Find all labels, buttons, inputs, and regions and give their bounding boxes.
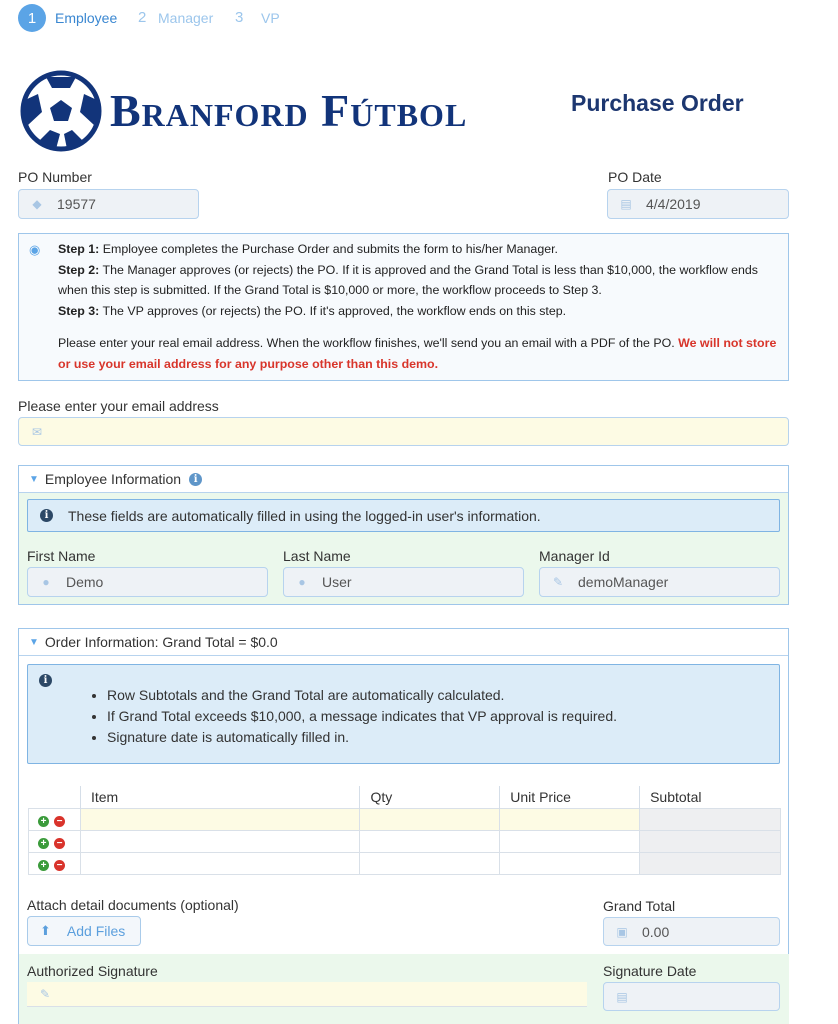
upload-icon: ⬆ — [40, 923, 51, 938]
subtotal-cell — [639, 829, 781, 853]
column-header-unit-price: Unit Price — [499, 786, 640, 808]
column-header-item: Item — [79, 786, 360, 808]
subtotal-cell — [639, 851, 781, 875]
unit-price-cell[interactable] — [499, 829, 641, 853]
column-header-qty: Qty — [359, 786, 500, 808]
add-row-icon[interactable]: + — [38, 816, 49, 828]
info-icon: i — [39, 674, 52, 687]
step2-instruction: Step 2: The Manager approves (or rejects… — [58, 262, 758, 298]
table-row: + − — [28, 851, 781, 875]
step-1-number: 1 — [27, 9, 37, 27]
info-icon[interactable]: i — [189, 472, 203, 486]
calendar-icon: ▤ — [616, 989, 628, 1004]
qty-cell[interactable] — [359, 807, 501, 831]
order-info-title: Order Information: Grand Total = $0.0 — [44, 634, 278, 650]
caret-down-icon: ▼ — [29, 473, 39, 485]
step-1-label[interactable]: Employee — [55, 10, 117, 26]
grand-total-value: 0.00 — [642, 923, 670, 940]
step-2-number[interactable]: 2 — [138, 9, 146, 26]
po-number-field[interactable]: ◆ 19577 — [18, 189, 199, 219]
signature-field[interactable]: ✎ — [27, 982, 587, 1007]
first-name-value: Demo — [66, 574, 104, 590]
item-cell[interactable] — [79, 829, 361, 853]
po-date-field[interactable]: ▤ 4/4/2019 — [607, 189, 789, 219]
item-cell[interactable] — [79, 851, 361, 875]
employee-info-title: Employee Information — [44, 471, 182, 487]
manager-id-field[interactable]: ✎ demoManager — [539, 567, 780, 597]
info-icon: i — [40, 509, 53, 522]
brand-name: Branford Fútbol — [110, 85, 468, 136]
signature-date-field: ▤ — [603, 982, 780, 1011]
first-name-label: First Name — [27, 548, 96, 564]
last-name-value: User — [322, 574, 352, 590]
grand-total-label: Grand Total — [603, 898, 676, 914]
list-item: If Grand Total exceeds $10,000, a messag… — [107, 706, 617, 727]
envelope-icon: ✉ — [31, 424, 43, 439]
step3-instruction: Step 3: The VP approves (or rejects) the… — [58, 303, 567, 318]
grand-total-field: ▣ 0.00 — [603, 917, 780, 946]
user-icon: ● — [298, 575, 306, 589]
step-2-label[interactable]: Manager — [158, 10, 213, 26]
money-icon: ▣ — [616, 924, 628, 939]
list-item: Signature date is automatically filled i… — [107, 727, 617, 748]
add-row-icon[interactable]: + — [38, 838, 49, 850]
order-note-box: i Row Subtotals and the Grand Total are … — [27, 664, 780, 764]
last-name-field[interactable]: ● User — [283, 567, 524, 597]
qty-cell[interactable] — [359, 851, 501, 875]
employee-note-box: i These fields are automatically filled … — [27, 499, 780, 532]
remove-row-icon[interactable]: − — [54, 860, 65, 872]
manager-id-label: Manager Id — [539, 548, 610, 564]
po-date-value: 4/4/2019 — [646, 196, 701, 212]
first-name-field[interactable]: ● Demo — [27, 567, 268, 597]
caret-down-icon: ▼ — [29, 636, 39, 648]
unit-price-cell[interactable] — [499, 851, 641, 875]
edit-icon: ✎ — [552, 575, 564, 589]
column-header-subtotal: Subtotal — [639, 786, 781, 808]
order-info-section: ▼ Order Information: Grand Total = $0.0 … — [18, 628, 789, 1024]
order-notes-list: Row Subtotals and the Grand Total are au… — [107, 685, 617, 748]
step-3-label[interactable]: VP — [261, 10, 280, 26]
employee-info-header[interactable]: ▼ Employee Information i — [19, 466, 788, 493]
employee-note-text: These fields are automatically filled in… — [68, 507, 541, 524]
remove-row-icon[interactable]: − — [54, 838, 65, 850]
add-files-button[interactable]: ⬆ Add Files — [27, 916, 141, 946]
soccer-ball-logo-icon — [20, 70, 102, 152]
item-cell[interactable] — [79, 807, 361, 831]
manager-id-value: demoManager — [578, 574, 669, 590]
table-row: + − — [28, 807, 781, 831]
instructions-box: ◉ Step 1: Employee completes the Purchas… — [18, 233, 789, 381]
order-items-table: Item Qty Unit Price Subtotal + − + − + − — [28, 786, 781, 875]
user-icon: ● — [42, 575, 50, 589]
step-3-number[interactable]: 3 — [235, 9, 243, 26]
po-number-value: 19577 — [57, 196, 96, 212]
comment-icon: ◉ — [29, 242, 41, 257]
last-name-label: Last Name — [283, 548, 351, 564]
add-files-label: Add Files — [66, 923, 126, 939]
po-number-label: PO Number — [18, 169, 92, 185]
remove-row-icon[interactable]: − — [54, 816, 65, 828]
step-1-badge[interactable]: 1 — [18, 4, 46, 32]
tag-icon: ◆ — [32, 197, 42, 211]
calendar-icon: ▤ — [620, 197, 632, 211]
step1-instruction: Step 1: Employee completes the Purchase … — [58, 242, 558, 256]
employee-info-section: ▼ Employee Information i i These fields … — [18, 465, 789, 605]
email-label: Please enter your email address — [18, 398, 219, 414]
unit-price-cell[interactable] — [499, 807, 641, 831]
subtotal-cell — [639, 807, 781, 831]
add-row-icon[interactable]: + — [38, 860, 49, 872]
signature-date-label: Signature Date — [603, 963, 697, 979]
email-note: Please enter your real email address. Wh… — [58, 336, 777, 371]
pencil-icon: ✎ — [39, 987, 51, 1001]
page-title: Purchase Order — [571, 90, 744, 116]
table-row: + − — [28, 829, 781, 853]
qty-cell[interactable] — [359, 829, 501, 853]
table-header-row: Item Qty Unit Price Subtotal — [28, 786, 781, 808]
email-input[interactable]: ✉ — [18, 417, 789, 446]
list-item: Row Subtotals and the Grand Total are au… — [107, 685, 617, 706]
attach-label: Attach detail documents (optional) — [27, 897, 239, 913]
signature-label: Authorized Signature — [27, 963, 158, 979]
po-date-label: PO Date — [608, 169, 662, 185]
order-info-header[interactable]: ▼ Order Information: Grand Total = $0.0 — [19, 629, 788, 656]
